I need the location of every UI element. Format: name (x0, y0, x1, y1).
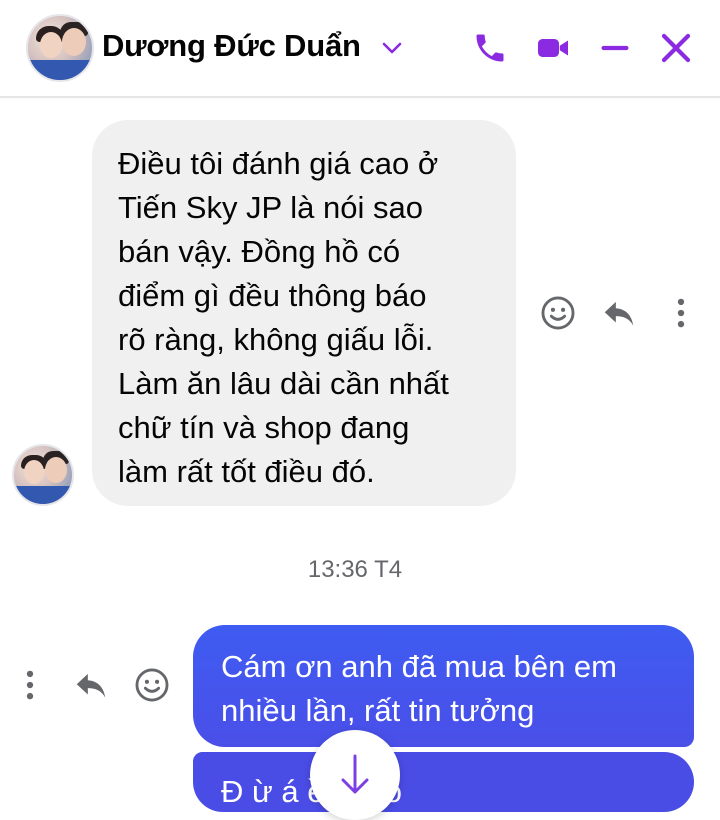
close-icon[interactable] (658, 30, 694, 66)
outgoing-message-bubble-partial[interactable]: Đ ừ á ề VN ỗ (193, 752, 694, 812)
react-emoji-icon[interactable] (133, 666, 171, 704)
message-line: bán vậy. Đồng hồ có (118, 234, 401, 269)
message-line: Tiến Sky JP là nói sao (118, 190, 423, 225)
reply-icon[interactable] (72, 666, 110, 704)
message-line: làm rất tốt điều đó. (118, 454, 375, 489)
react-emoji-icon[interactable] (539, 294, 577, 332)
message-line: Đ ừ á ề VN ỗ (221, 774, 402, 809)
incoming-message-bubble[interactable]: Điều tôi đánh giá cao ở Tiến Sky JP là n… (92, 120, 516, 506)
chat-header: Dương Đức Duẩn (0, 0, 720, 98)
message-line: Điều tôi đánh giá cao ở (118, 146, 439, 181)
message-line: điểm gì đều thông báo (118, 278, 427, 313)
message-line: chữ tín và shop đang (118, 410, 410, 445)
message-line: Làm ăn lâu dài cần nhất (118, 366, 449, 401)
message-line: Cám ơn anh đã mua bên em (221, 649, 617, 684)
message-timestamp: 13:36 T4 (307, 556, 403, 583)
reply-icon[interactable] (600, 294, 638, 332)
minimize-icon[interactable] (597, 30, 633, 66)
message-line: rõ ràng, không giấu lỗi. (118, 322, 434, 357)
more-options-icon[interactable] (11, 666, 49, 704)
chevron-down-icon[interactable] (380, 36, 404, 60)
outgoing-message-bubble[interactable]: Cám ơn anh đã mua bên em nhiều lần, rất … (193, 625, 694, 747)
contact-name[interactable]: Dương Đức Duẩn (102, 28, 361, 64)
arrow-down-icon (341, 754, 369, 794)
message-line: nhiều lần, rất tin tưởng (221, 693, 535, 728)
contact-avatar[interactable] (26, 14, 94, 82)
scroll-to-bottom-button[interactable] (310, 730, 400, 820)
phone-icon[interactable] (472, 30, 508, 66)
more-options-icon[interactable] (662, 294, 700, 332)
sender-avatar[interactable] (12, 444, 74, 506)
video-call-icon[interactable] (535, 30, 571, 66)
